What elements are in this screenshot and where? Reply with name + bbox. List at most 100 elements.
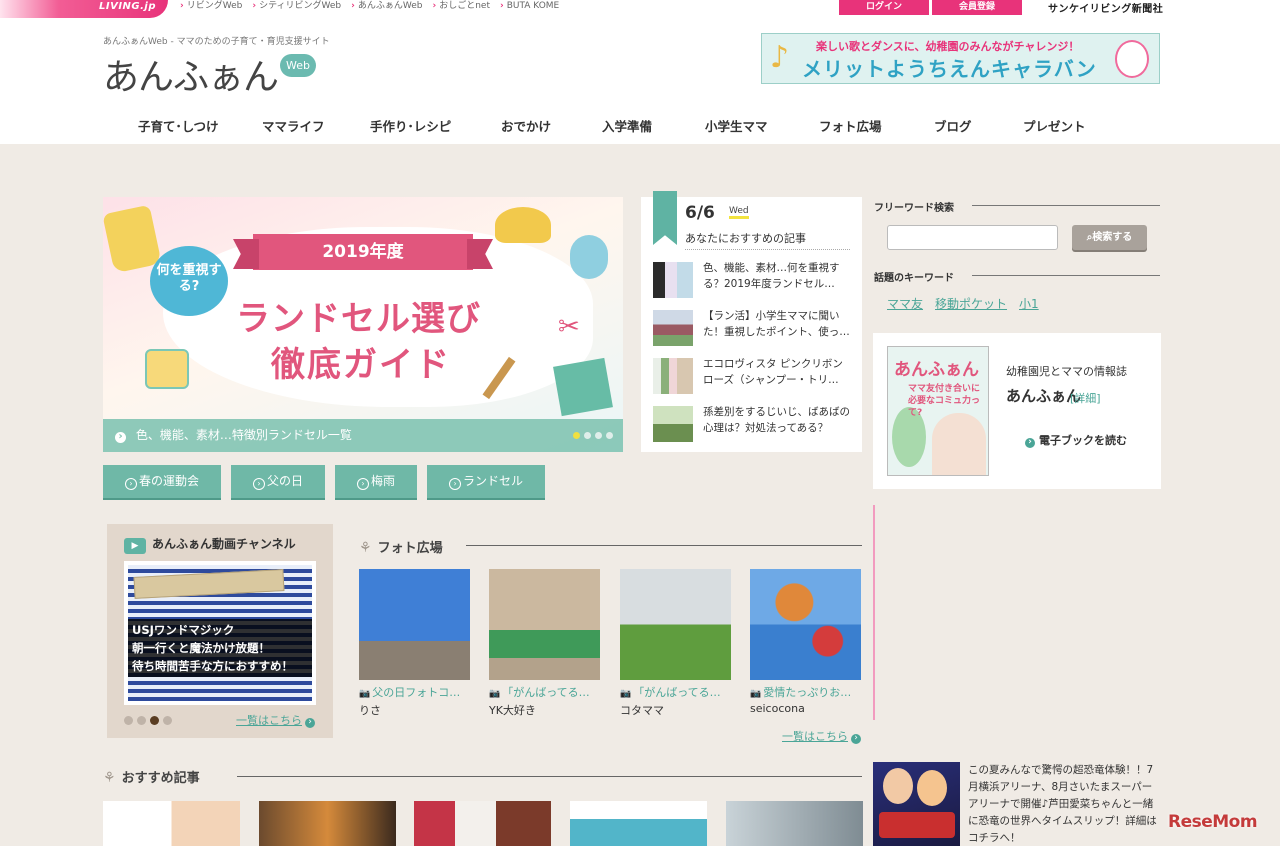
keyword-title-line xyxy=(972,275,1160,276)
ad-face xyxy=(883,768,913,804)
banner-line1: 楽しい歌とダンスに、幼稚園のみんながチャレンジ！ xyxy=(816,40,1080,53)
dinosaur-event-thumb[interactable] xyxy=(873,762,960,846)
ad-face xyxy=(917,770,947,806)
search-button[interactable]: ⌕検索する xyxy=(1072,225,1147,250)
video-dot[interactable] xyxy=(163,716,172,725)
video-dot[interactable] xyxy=(137,716,146,725)
top-link-living-web[interactable]: リビングWeb xyxy=(180,0,243,12)
photo-image xyxy=(489,569,600,680)
recommend-thumb xyxy=(653,406,693,442)
slider-dots xyxy=(573,432,613,439)
camera-icon: 📷 xyxy=(359,689,371,699)
recommend-item[interactable]: エコロヴィスタ ピンクリボンローズ（シャンプー・トリ… xyxy=(653,356,853,396)
sprout-icon: ⚘ xyxy=(359,540,372,556)
nav-elementary-mama[interactable]: 小学生ママ xyxy=(705,116,768,135)
recommend-item-text: 【ラン活】小学生ママに聞いた！重視したポイント、使っ… xyxy=(703,310,850,338)
video-thumb-line2: 朝一行くと魔法かけ放題！ xyxy=(132,641,270,655)
banner-line2: メリットようちえんキャラバン xyxy=(802,57,1097,81)
recommend-item[interactable]: 色、機能、素材…何を重視する？2019年度ランドセル… xyxy=(653,260,853,300)
top-link-city-living-web[interactable]: シティリビングWeb xyxy=(252,0,341,12)
magazine-detail-link[interactable]: [詳細] xyxy=(1070,390,1101,406)
video-thumbnail[interactable]: USJワンドマジック 朝一行くと魔法かけ放題！ 待ち時間苦手な方におすすめ！ xyxy=(124,561,316,705)
tag-button-sports-day[interactable]: › 春の運動会 xyxy=(103,465,222,498)
tag-button-rainy-season[interactable]: › 梅雨 xyxy=(335,465,418,498)
site-logo-text: あんふぁん xyxy=(103,57,279,98)
top-link-oshigoto-net[interactable]: おしごとnet xyxy=(433,0,490,12)
ebook-link[interactable]: 電子ブックを読む xyxy=(1025,432,1127,448)
video-thumb-line1: USJワンドマジック xyxy=(132,623,235,637)
video-more-link[interactable]: 一覧はこちら xyxy=(236,712,315,728)
video-channel-title: ▶ あんふぁん動画チャンネル xyxy=(124,535,296,554)
nav-blog[interactable]: ブログ xyxy=(934,116,972,135)
nav-childcare[interactable]: 子育て･しつけ xyxy=(138,116,219,135)
video-dot[interactable] xyxy=(124,716,133,725)
article-thumb[interactable] xyxy=(414,801,551,846)
school-bag-icon xyxy=(103,204,162,274)
article-thumb[interactable] xyxy=(103,801,240,846)
hero-caption[interactable]: 色、機能、素材…特徴別ランドセル一覧 xyxy=(103,419,623,452)
dinosaur-event-text[interactable]: この夏みんなで驚愕の超恐竜体験！！7月横浜アリーナ、8月さいたまスーパーアリーナ… xyxy=(968,762,1160,846)
recommend-item[interactable]: 孫差別をするじいじ、ばあばの心理は？対処法ってある？ xyxy=(653,404,853,444)
nav-present[interactable]: プレゼント xyxy=(1023,116,1086,135)
tag-button-fathers-day[interactable]: › 父の日 xyxy=(231,465,326,498)
nav-school-prep[interactable]: 入学準備 xyxy=(602,116,652,135)
login-button[interactable]: ログイン xyxy=(839,0,929,15)
hero-bubble: 何を重視する? xyxy=(150,246,228,316)
video-thumb-text: USJワンドマジック 朝一行くと魔法かけ放題！ 待ち時間苦手な方におすすめ！ xyxy=(132,621,293,675)
keyword-title: 話題のキーワード xyxy=(874,273,954,284)
article-thumb[interactable] xyxy=(570,801,707,846)
recommend-thumb xyxy=(653,310,693,346)
photo-image xyxy=(620,569,731,680)
keyword-grade1[interactable]: 小1 xyxy=(1019,295,1039,312)
living-logo-text: LIVING.jp xyxy=(98,1,156,12)
article-thumb[interactable] xyxy=(259,801,396,846)
wand-plank xyxy=(133,569,285,599)
slider-dot[interactable] xyxy=(584,432,591,439)
top-link-butakome[interactable]: BUTA KOME xyxy=(500,0,560,12)
photo-item[interactable]: 📷 「がんばってる… YK大好き xyxy=(489,569,600,718)
camera-icon: 📷 xyxy=(750,689,762,699)
slider-dot[interactable] xyxy=(573,432,580,439)
site-logo[interactable]: あんふぁん Web xyxy=(103,48,316,100)
caravan-banner[interactable]: ♪ 楽しい歌とダンスに、幼稚園のみんながチャレンジ！ メリットようちえんキャラバ… xyxy=(761,33,1160,84)
living-logo[interactable]: LIVING.jp xyxy=(0,0,168,18)
article-thumb[interactable] xyxy=(726,801,863,846)
photo-more-link[interactable]: 一覧はこちら xyxy=(782,728,861,744)
arrow-circle-icon: › xyxy=(125,478,137,490)
scissors-icon: ✂ xyxy=(558,312,580,342)
cover-people xyxy=(932,413,986,475)
keyword-pocket[interactable]: 移動ポケット xyxy=(935,295,1007,312)
hero-slide[interactable]: ✂ 2019年度 何を重視する? ランドセル選び 徹底ガイド xyxy=(103,197,623,452)
arrow-circle-icon: › xyxy=(449,478,462,490)
magazine-desc: 幼稚園児とママの情報誌 xyxy=(1006,365,1127,378)
articles-title-text: おすすめ記事 xyxy=(121,771,200,786)
hero-title-line2: 徹底ガイド xyxy=(271,345,451,385)
site-tagline: あんふぁんWeb - ママのための子育て・育児支援サイト xyxy=(103,37,330,47)
company-logo[interactable]: サンケイリビング新聞社 xyxy=(1048,0,1163,15)
nav-outing[interactable]: おでかけ xyxy=(501,116,551,135)
search-input[interactable] xyxy=(887,225,1058,250)
nav-handmade-recipe[interactable]: 手作り･レシピ xyxy=(370,116,451,135)
magazine-cover[interactable]: あんふぁん ママ友付き合いに必要なコミュ力って? xyxy=(887,346,989,476)
photo-item[interactable]: 📷 愛情たっぷりお… seicocona xyxy=(750,569,861,715)
top-link-anfan-web[interactable]: あんふぁんWeb xyxy=(351,0,423,12)
nav-photo[interactable]: フォト広場 xyxy=(819,116,882,135)
video-dot[interactable] xyxy=(150,716,159,725)
articles-section-line xyxy=(237,776,862,777)
nav-mama-life[interactable]: ママライフ xyxy=(262,116,325,135)
keyword-mamatomo[interactable]: ママ友 xyxy=(887,295,923,312)
photo-caption-text: 父の日フォトコ… xyxy=(372,686,461,699)
search-button-label: 検索する xyxy=(1092,232,1133,243)
slider-dot[interactable] xyxy=(595,432,602,439)
photo-item[interactable]: 📷 「がんばってる… コタママ xyxy=(620,569,731,718)
slider-dot[interactable] xyxy=(606,432,613,439)
articles-section-title: ⚘ おすすめ記事 xyxy=(103,767,200,786)
tag-button-randoseru[interactable]: › ランドセル xyxy=(427,465,546,498)
recommend-weekday: Wed xyxy=(729,206,749,219)
play-icon: ▶ xyxy=(124,538,146,554)
recommend-item[interactable]: 【ラン活】小学生ママに聞いた！重視したポイント、使っ… xyxy=(653,308,853,348)
recommend-item-text: 色、機能、素材…何を重視する？2019年度ランドセル… xyxy=(703,262,840,290)
photo-user: りさ xyxy=(359,704,381,717)
photo-item[interactable]: 📷 父の日フォトコ… りさ xyxy=(359,569,470,718)
register-button[interactable]: 会員登録 xyxy=(932,0,1022,15)
